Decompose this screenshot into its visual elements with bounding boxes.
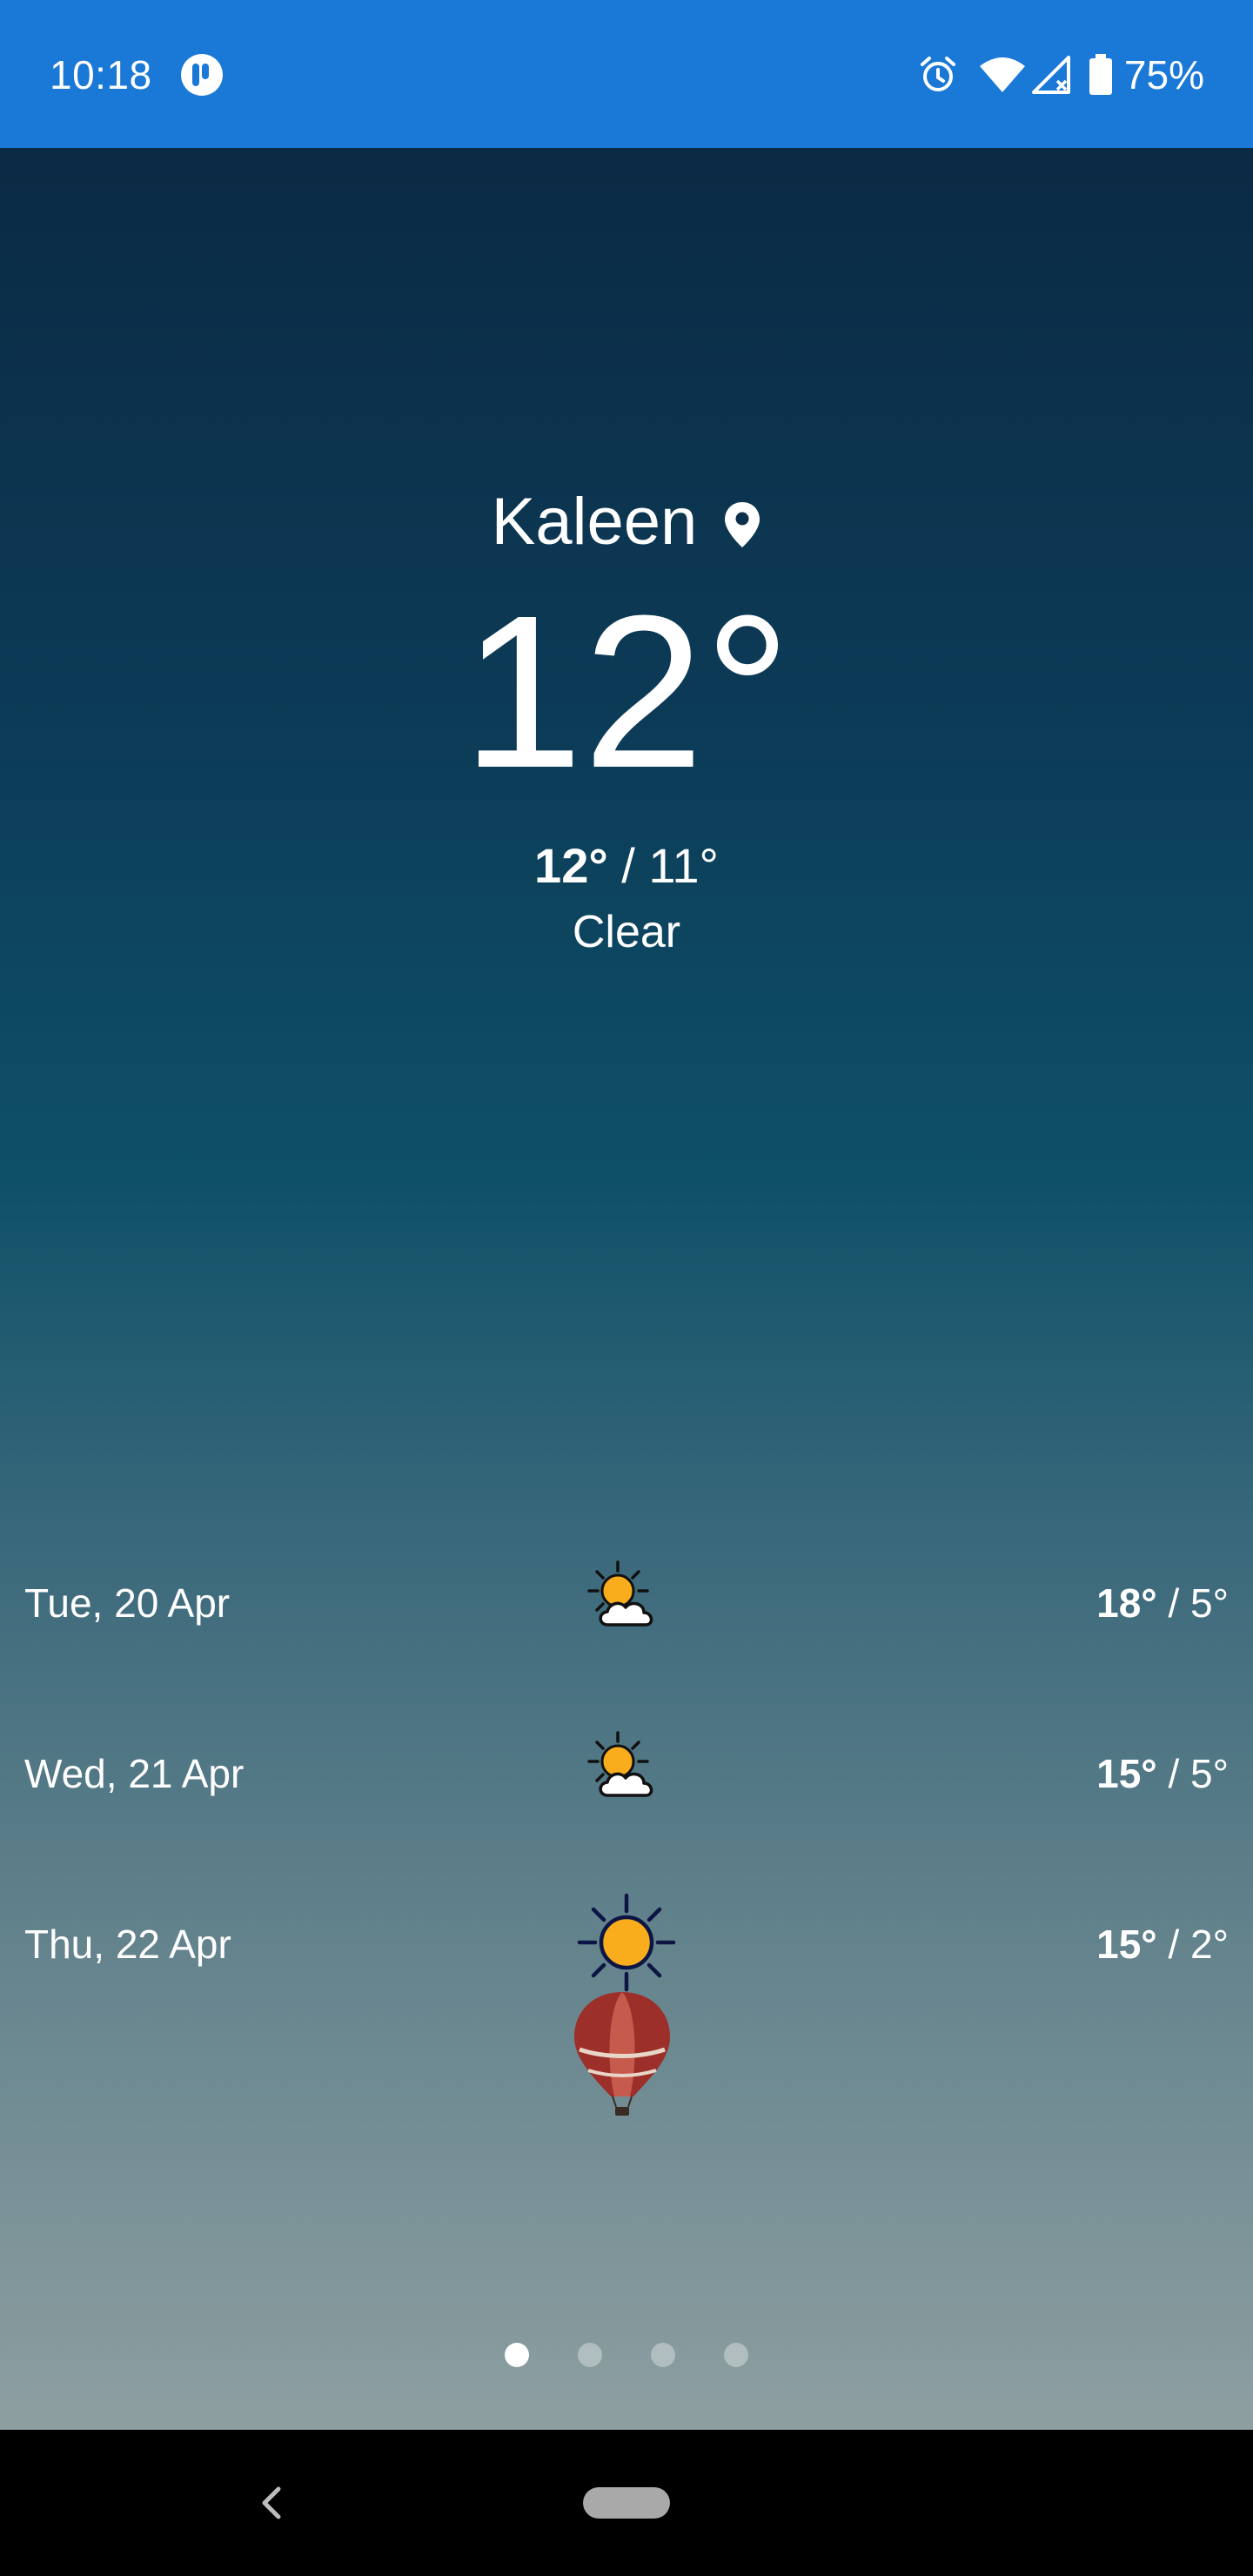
current-temperature: 12° <box>461 570 792 813</box>
weather-app-screen: 10:18 75% Kaleen 12° 12° / 11° Clear Tue… <box>0 0 1253 2576</box>
forecast-low: 2° <box>1190 1922 1229 1967</box>
partly-cloudy-icon <box>587 1731 653 1797</box>
today-low: 11° <box>648 838 719 893</box>
forecast-high: 15° <box>1096 1922 1157 1967</box>
forecast-date: Wed, 21 Apr <box>24 1751 245 1796</box>
back-icon[interactable] <box>252 2479 291 2527</box>
current-condition: Clear <box>572 907 681 957</box>
forecast-temperatures: 15° / 2° <box>1096 1922 1229 1967</box>
temperature-separator: / <box>607 838 649 893</box>
app-indicator-icon <box>181 54 223 96</box>
hot-air-balloon-illustration <box>574 1992 670 2116</box>
location-name[interactable]: Kaleen <box>492 483 698 561</box>
status-icons: 75% <box>917 49 1204 101</box>
forecast-row[interactable]: Wed, 21 Apr 15° / 5° <box>0 1721 1253 1826</box>
today-high: 12° <box>534 838 608 893</box>
forecast-date: Thu, 22 Apr <box>24 1922 231 1967</box>
page-dot[interactable] <box>724 2343 748 2367</box>
forecast-high: 18° <box>1096 1580 1157 1626</box>
forecast-low: 5° <box>1190 1580 1229 1626</box>
navigation-bar <box>0 2430 1253 2576</box>
forecast-row[interactable]: Thu, 22 Apr 15° / 2° <box>0 1892 1253 1996</box>
forecast-row[interactable]: Tue, 20 Apr 18° / 5° <box>0 1551 1253 1655</box>
location-row[interactable]: Kaleen <box>0 483 1253 561</box>
page-indicator <box>0 2343 1253 2367</box>
status-time: 10:18 <box>50 52 152 97</box>
battery-icon <box>1089 54 1112 95</box>
home-button[interactable] <box>583 2487 670 2519</box>
high-low-temperature: 12° / 11° <box>0 835 1253 896</box>
status-bar: 10:18 75% <box>0 0 1253 148</box>
wifi-icon <box>979 57 1025 92</box>
page-dot[interactable] <box>651 2343 675 2367</box>
page-dot[interactable] <box>578 2343 602 2367</box>
alarm-icon <box>920 57 955 91</box>
battery-percentage: 75% <box>1123 52 1204 97</box>
forecast-temperatures: 15° / 5° <box>1096 1751 1229 1796</box>
forecast-date: Tue, 20 Apr <box>24 1580 231 1626</box>
forecast-low: 5° <box>1190 1751 1229 1796</box>
cell-signal-icon <box>1031 56 1070 94</box>
sunny-icon <box>577 1893 676 1992</box>
page-dot-active[interactable] <box>505 2343 529 2367</box>
forecast-temperatures: 18° / 5° <box>1096 1580 1229 1626</box>
forecast-high: 15° <box>1096 1751 1157 1796</box>
partly-cloudy-icon <box>587 1560 653 1627</box>
location-pin-icon <box>725 502 761 547</box>
